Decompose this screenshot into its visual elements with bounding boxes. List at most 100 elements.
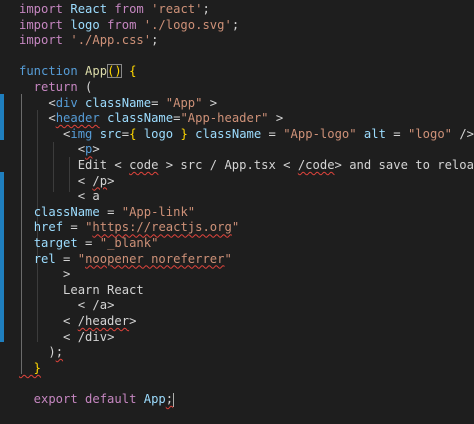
- code-token: "logo": [407, 126, 452, 141]
- code-token: =: [121, 126, 130, 141]
- code-line: );: [19, 345, 63, 361]
- code-line: Learn React: [19, 283, 144, 299]
- code-line: < /header>: [19, 314, 136, 330]
- code-token: logo: [70, 17, 108, 32]
- code-token: header: [55, 111, 100, 126]
- code-token: ;: [165, 392, 174, 406]
- code-token: <: [19, 126, 71, 141]
- code-token: from: [114, 2, 152, 16]
- code-token: import: [19, 17, 71, 32]
- code-token: >: [107, 329, 115, 344]
- code-line: < /p>: [19, 173, 115, 190]
- code-token: /header: [77, 314, 130, 328]
- code-token: =: [99, 204, 122, 219]
- code-token: {: [129, 126, 144, 141]
- code-token: ): [19, 345, 56, 360]
- code-editor[interactable]: import React from 'react'; import logo fr…: [0, 0, 474, 424]
- code-token: className: [187, 126, 262, 141]
- code-line: target = "_blank": [19, 236, 159, 252]
- code-token: logo: [143, 126, 174, 141]
- code-token: =: [63, 220, 86, 235]
- code-line: return (: [19, 80, 93, 96]
- code-line: export default App;: [19, 392, 175, 408]
- code-token: >: [92, 142, 100, 157]
- gutter-modified-indicator: [0, 94, 4, 140]
- gutter-modified-indicator: [0, 172, 4, 342]
- code-token: ;: [151, 33, 159, 48]
- code-token: =: [261, 126, 284, 141]
- code-token: <: [19, 95, 56, 110]
- code-token: "App-link": [121, 204, 196, 219]
- code-line: >: [19, 267, 70, 283]
- code-token: =: [77, 236, 100, 250]
- code-token: <: [19, 329, 78, 344]
- code-token: >: [107, 298, 115, 313]
- code-token: rel: [33, 251, 56, 266]
- code-token: "App-header": [180, 111, 269, 126]
- code-line: <div className= "App" >: [19, 96, 217, 112]
- code-token: href: [33, 220, 64, 235]
- code-token: noopener noreferrer: [85, 251, 225, 266]
- code-token: code: [129, 158, 159, 172]
- code-token: div: [55, 95, 86, 110]
- code-token: return: [19, 80, 86, 94]
- code-line: import logo from './logo.svg';: [19, 18, 239, 34]
- code-token: default: [85, 392, 144, 406]
- code-line: < /a>: [19, 298, 115, 314]
- code-token: >: [107, 173, 115, 188]
- code-token: ;: [231, 17, 240, 32]
- code-token: alt: [356, 126, 386, 141]
- code-token: (): [107, 64, 122, 79]
- text-cursor: [173, 392, 175, 407]
- code-token: (: [85, 80, 93, 94]
- code-token: ;: [55, 345, 64, 360]
- code-token: /code: [297, 158, 335, 172]
- code-token: import: [19, 2, 71, 16]
- code-line: < /div>: [19, 330, 114, 346]
- code-token: ": [231, 220, 240, 235]
- code-token: './logo.svg': [143, 17, 232, 32]
- code-token: './App.css': [70, 33, 152, 48]
- code-token: =: [151, 95, 166, 110]
- code-token: className: [33, 204, 100, 219]
- code-token: ": [224, 251, 232, 266]
- code-token: />: [452, 126, 474, 141]
- code-token: import: [19, 33, 71, 48]
- code-token: > and save to reload.: [334, 158, 474, 172]
- code-token: function: [19, 64, 86, 79]
- code-token: className: [107, 111, 174, 126]
- code-token: "App": [165, 95, 203, 110]
- code-token: 'react': [151, 2, 203, 16]
- code-token: img: [70, 126, 100, 141]
- code-token: ;: [202, 2, 210, 16]
- code-token: "_blank": [99, 236, 159, 250]
- code-token: =: [55, 251, 78, 266]
- code-line: Edit < code > src / App.tsx < /code> and…: [19, 158, 474, 174]
- code-line: <p>: [19, 142, 100, 158]
- code-token: <: [19, 189, 93, 204]
- code-line: <header className="App-header" >: [19, 111, 283, 127]
- code-token: https://reactjs.org: [92, 220, 232, 235]
- code-token: /div: [77, 329, 108, 344]
- code-token: <: [19, 111, 56, 126]
- code-token: Edit <: [19, 158, 130, 172]
- code-token: > src / App.tsx <: [158, 158, 298, 172]
- code-token: App: [85, 64, 108, 79]
- code-token: >: [202, 95, 218, 110]
- code-token: <: [19, 314, 78, 328]
- code-token: ": [77, 251, 86, 266]
- code-line: function App() {: [19, 64, 136, 80]
- code-line: import './App.css';: [19, 33, 158, 49]
- code-token: className: [85, 95, 152, 110]
- code-token: export: [19, 392, 86, 406]
- code-line: className = "App-link": [19, 205, 195, 221]
- code-token: src: [99, 126, 122, 141]
- code-token: >: [268, 111, 284, 126]
- code-token: target: [33, 236, 78, 250]
- code-token: {: [129, 64, 137, 79]
